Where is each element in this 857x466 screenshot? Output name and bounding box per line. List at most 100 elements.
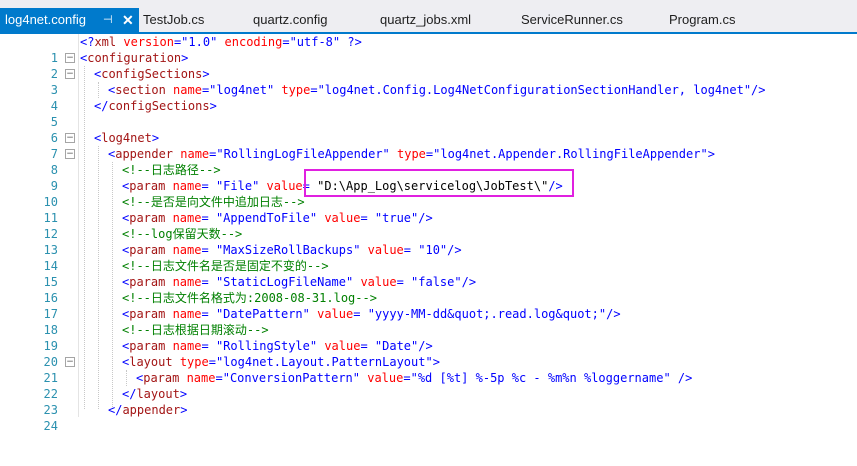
code-line: 21 − <layout type="log4net.Layout.Patter… (0, 354, 857, 385)
code-line: 18 <param name= "DatePattern" value= "yy… (0, 306, 857, 337)
tag-bracket: > (202, 67, 210, 81)
attr-name: type (274, 83, 311, 97)
attr-value: "log4net.Layout.PatternLayout" (215, 355, 433, 369)
comment-close: --> (220, 227, 243, 241)
attr-name: name (165, 307, 202, 321)
code-line: 24 </appender> (0, 402, 857, 433)
collapse-icon[interactable]: − (65, 133, 75, 143)
line-number: 24 (43, 419, 58, 433)
tag-name: layout (136, 387, 180, 401)
tag-bracket: </ (122, 387, 137, 401)
tag-name: appender (115, 147, 174, 161)
attr-value: "10" (411, 243, 448, 257)
attr-value: "1.0" (181, 35, 218, 49)
attr-value: "ConversionPattern" (222, 371, 360, 385)
tag-bracket: > (181, 51, 189, 65)
xml-decl-name: xml (94, 35, 117, 49)
attr-name: name (165, 211, 202, 225)
tag-bracket: /> (461, 275, 477, 289)
attr-value: "true" (367, 211, 419, 225)
code-line: 3 − <configSections> (0, 66, 857, 97)
code-line: 4 <section name="log4net" type="log4net.… (0, 82, 857, 113)
tag-name: param (129, 243, 166, 257)
tag-name: param (129, 339, 166, 353)
tag-name: param (129, 211, 166, 225)
tag-bracket: /> (418, 339, 433, 353)
tag-name: log4net (101, 131, 152, 145)
attr-name: value (309, 307, 354, 321)
tag-bracket: /> (447, 243, 462, 257)
code-line: 7 − <log4net> (0, 130, 857, 161)
code-line: 1 <?xml version="1.0" encoding="utf-8" ?… (0, 34, 857, 65)
attr-name: name (165, 179, 202, 193)
comment-close: --> (198, 163, 221, 177)
code-line: 19 <!--日志根据日期滚动--> (0, 322, 857, 353)
attr-value: "RollingLogFileAppender" (216, 147, 390, 161)
attr-name: name (165, 339, 202, 353)
tag-bracket: /> (670, 371, 693, 385)
tag-bracket: > (180, 403, 188, 417)
equals: = (208, 355, 216, 369)
code-line: 2 − <configuration> (0, 50, 857, 81)
tag-name: configSections (108, 99, 210, 113)
code-line: 13 <!--log保留天数--> (0, 226, 857, 257)
tag-name: param (129, 179, 166, 193)
tag-bracket: /> (751, 83, 766, 97)
attr-value: "DatePattern" (208, 307, 310, 321)
collapse-icon[interactable]: − (65, 53, 75, 63)
tab-label: Program.cs (669, 12, 736, 27)
equals: = (201, 243, 209, 257)
tag-name: configuration (87, 51, 182, 65)
close-icon[interactable]: ✕ (122, 8, 134, 32)
comment-close: --> (246, 323, 269, 337)
equals: = (201, 307, 209, 321)
code-line: 5 </configSections> (0, 98, 857, 129)
equals: = (403, 243, 412, 257)
tag-bracket: > (432, 355, 440, 369)
collapse-icon[interactable]: − (65, 69, 75, 79)
comment-open: <!-- (122, 259, 151, 273)
tab-servicerunner-cs[interactable]: ServiceRunner.cs (521, 9, 623, 31)
tag-bracket: /> (606, 307, 621, 321)
tab-label: log4net.config (5, 12, 86, 27)
xml-decl-open: <? (80, 35, 95, 49)
equals: = (201, 211, 209, 225)
tab-log4net-config[interactable]: log4net.config ⊣ ✕ (0, 8, 139, 32)
comment-close: --> (282, 195, 305, 209)
code-line: 8 − <appender name="RollingLogFileAppend… (0, 146, 857, 177)
attr-name: name (173, 147, 210, 161)
comment-open: <!-- (122, 291, 151, 305)
attr-value: "log4net.Appender.RollingFileAppender" (433, 147, 708, 161)
comment-open: <!-- (122, 323, 151, 337)
code-editor[interactable]: 1 <?xml version="1.0" encoding="utf-8" ?… (0, 34, 857, 433)
attr-name: value (353, 275, 397, 289)
equals: = (360, 339, 368, 353)
tab-label: quartz_jobs.xml (380, 12, 472, 27)
tag-name: appender (122, 403, 181, 417)
attr-value: "AppendToFile" (208, 211, 318, 225)
collapse-icon[interactable]: − (65, 357, 75, 367)
comment-text: 日志根据日期滚动 (150, 323, 247, 337)
attr-value: "log4net" (209, 83, 275, 97)
attr-name: name (165, 83, 202, 97)
tab-quartz-jobs-xml[interactable]: quartz_jobs.xml (380, 9, 471, 31)
code-line: 20 <param name= "RollingStyle" value= "D… (0, 338, 857, 369)
attr-value: "utf-8" (289, 35, 341, 49)
attr-name: name (165, 243, 202, 257)
attr-value: "File" (208, 179, 260, 193)
tab-quartz-config[interactable]: quartz.config (253, 9, 327, 31)
tab-label: quartz.config (253, 12, 328, 27)
code-line: 16 <param name= "StaticLogFileName" valu… (0, 274, 857, 305)
equals: = (201, 179, 209, 193)
attr-name: type (172, 355, 209, 369)
collapse-icon[interactable]: − (65, 149, 75, 159)
tag-name: param (129, 307, 166, 321)
code-line: 15 <!--日志文件名是否是固定不变的--> (0, 258, 857, 289)
tag-bracket: > (179, 387, 188, 401)
tab-program-cs[interactable]: Program.cs (669, 9, 735, 31)
tab-testjob-cs[interactable]: TestJob.cs (143, 9, 204, 31)
tab-label: TestJob.cs (143, 12, 205, 27)
pin-icon[interactable]: ⊣ (103, 8, 113, 32)
attr-name: version (116, 35, 174, 49)
highlight-annotation-box (304, 169, 574, 197)
